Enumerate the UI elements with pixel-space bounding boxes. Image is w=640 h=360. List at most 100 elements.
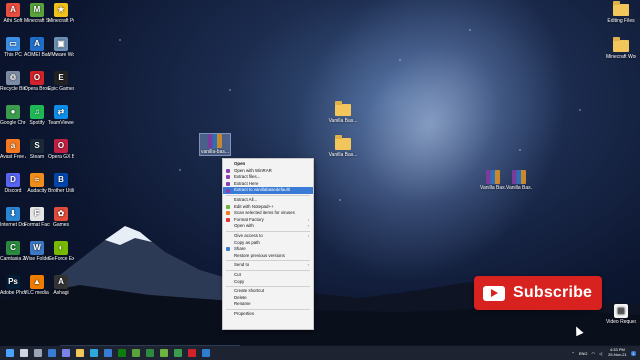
context-menu: Open Open with WinRAR Extract files... Extr… <box>222 158 314 330</box>
menu-item-open-with-winrar[interactable]: Open with WinRAR <box>223 168 313 175</box>
menu-item-open[interactable]: Open <box>223 161 313 168</box>
taskbar-photos-icon[interactable] <box>202 349 210 357</box>
chevron-up-icon[interactable]: ⌃ <box>571 351 574 356</box>
desktop-icon-label: Vanilla Bas... <box>480 185 506 191</box>
google-chrome-icon: ● <box>6 105 20 119</box>
menu-item-extract-files[interactable]: Extract files... <box>223 174 313 181</box>
desktop-icon-athi-soft[interactable]: A Athi Soft <box>0 3 26 24</box>
desktop-icon-this-pc[interactable]: ▭ This PC <box>0 37 26 58</box>
adobe-photosh-icon: Ps <box>6 275 20 289</box>
menu-separator <box>226 194 310 196</box>
taskbar-xbox-icon[interactable] <box>118 349 126 357</box>
menu-item-label: Extract to vanillabasedefault\ <box>234 187 291 193</box>
desktop-icon-brother-utilities[interactable]: BBrother Utilities <box>48 173 74 194</box>
desktop-rar-file[interactable]: Vanilla Bas... <box>480 170 506 191</box>
taskbar-chat-icon[interactable] <box>62 349 70 357</box>
notification-badge[interactable]: 1 <box>630 350 636 356</box>
subscribe-label: Subscribe <box>513 284 593 301</box>
taskbar-search-icon[interactable] <box>20 349 28 357</box>
desktop-icon-minecraft-pure-vanilla[interactable]: ★Minecraft Pure Vanilla <box>48 3 74 24</box>
desktop-icon-opera-gx-browser[interactable]: OOpera GX Browser <box>48 139 74 160</box>
desktop-icon-minecraft-worlds[interactable]: Minecraft Worlds ... <box>606 37 636 60</box>
desktop-icon-spotify[interactable]: ♫ Spotify <box>24 105 50 126</box>
desktop-icon-epic-games-launcher[interactable]: EEpic Games Launcher <box>48 71 74 92</box>
subscribe-button[interactable]: Subscribe <box>474 276 602 310</box>
menu-item-icon <box>226 247 230 252</box>
menu-item-extract-all[interactable]: Extract All... <box>223 197 313 204</box>
desktop-icon-discord[interactable]: D Discord <box>0 173 26 194</box>
menu-item-icon <box>226 188 230 193</box>
menu-item-scan-selected-items-for-viruses[interactable]: Scan selected items for viruses <box>223 210 313 217</box>
desktop-icon-opera-browser[interactable]: OOpera Browser <box>24 71 50 92</box>
taskbar-edge-icon[interactable] <box>90 349 98 357</box>
desktop-icon-label: Opera Browser <box>24 86 50 92</box>
desktop-icon-vlc-media-player[interactable]: ▲VLC media player <box>24 275 50 296</box>
desktop-icon-teamviewer[interactable]: ⇄ TeamViewer <box>48 105 74 126</box>
language-indicator[interactable]: ENG <box>579 351 588 356</box>
menu-item-format-factory[interactable]: Format Factory › <box>223 217 313 224</box>
menu-item-label: Properties <box>234 310 255 316</box>
chevron-right-icon: › <box>307 262 309 268</box>
menu-item-delete[interactable]: Delete <box>223 295 313 302</box>
menu-item-create-shortcut[interactable]: Create shortcut <box>223 288 313 295</box>
menu-item-open-with[interactable]: Open with › <box>223 223 313 230</box>
menu-item-cut[interactable]: Cut <box>223 272 313 279</box>
wifi-icon[interactable]: ◠ <box>592 351 596 356</box>
clock[interactable]: 4:33 PM 29-Nov-21 <box>608 348 627 357</box>
taskbar-file-explorer-icon[interactable] <box>76 349 84 357</box>
desktop-icon-editing-files[interactable]: Editing Files <box>606 1 636 24</box>
menu-item-extract-here[interactable]: Extract Here <box>223 181 313 188</box>
desktop-icon-games[interactable]: ✿ Games <box>48 207 74 228</box>
desktop-icon-video-requests[interactable]: ▤Video Requests <box>606 304 636 325</box>
desktop-icon-camtasia-2021[interactable]: CCamtasia 2021 <box>0 241 26 262</box>
menu-item-copy[interactable]: Copy <box>223 279 313 286</box>
desktop-icon-adobe-photosh[interactable]: PsAdobe Photosh... <box>0 275 26 296</box>
menu-item-copy-as-path[interactable]: Copy as path <box>223 240 313 247</box>
desktop-icon-google-chrome[interactable]: ●Google Chrome <box>0 105 26 126</box>
winrar-archive-icon <box>486 170 500 184</box>
desktop-icon-internet-downlo[interactable]: ⬇Internet Downlo... <box>0 207 26 228</box>
menu-item-share[interactable]: Share <box>223 246 313 253</box>
menu-item-label: Rename <box>234 301 251 307</box>
desktop-icon-steam[interactable]: S Steam <box>24 139 50 160</box>
desktop-icon-geforce-experience[interactable]: ◐GeForce Experience <box>48 241 74 262</box>
taskbar-camtasia-icon[interactable] <box>146 349 154 357</box>
menu-item-give-access-to[interactable]: Give access to › <box>223 233 313 240</box>
desktop-icon-label: VLC media player <box>24 290 50 296</box>
desktop-icon-format-factory[interactable]: FFormat Factory <box>24 207 50 228</box>
taskbar-chrome-icon[interactable] <box>174 349 182 357</box>
desktop-icon-ashagi[interactable]: A Ashagi <box>48 275 74 296</box>
desktop-icon-avast-free-antiviru[interactable]: aAvast Free Antiviru... <box>0 139 26 160</box>
menu-item-rename[interactable]: Rename <box>223 301 313 308</box>
folder-icon <box>335 101 351 116</box>
desktop-icon-label: Internet Downlo... <box>0 222 26 228</box>
menu-item-send-to[interactable]: Send to › <box>223 262 313 269</box>
menu-item-label: Send to <box>234 262 250 268</box>
desktop-rar-file[interactable]: Vanilla Bas... <box>506 170 532 191</box>
desktop-folder-item[interactable]: Vanilla Bas... <box>328 101 358 124</box>
menu-item-properties[interactable]: Properties <box>223 311 313 318</box>
desktop-icon-label: Spotify <box>29 120 45 126</box>
selected-rar-file[interactable]: vanilla-bas... <box>199 133 231 156</box>
taskbar-task-view-icon[interactable] <box>34 349 42 357</box>
desktop-icon-vmware-workstati[interactable]: ▣VMware Workstati... <box>48 37 74 58</box>
taskbar-minecraft-icon[interactable] <box>132 349 140 357</box>
desktop-icon-recycle-bin[interactable]: ♲ Recycle Bin <box>0 71 26 92</box>
taskbar-start-icon[interactable] <box>6 349 14 357</box>
desktop-icon-minecraft-server[interactable]: MMinecraft Server <box>24 3 50 24</box>
speaker-icon[interactable]: ◁ <box>599 351 602 356</box>
taskbar-widgets-icon[interactable] <box>48 349 56 357</box>
menu-item-restore-previous-versions[interactable]: Restore previous versions <box>223 253 313 260</box>
menu-item-edit-with-notepad[interactable]: Edit with Notepad++ <box>223 204 313 211</box>
desktop-icon-aomei-backupper[interactable]: AAOMEI Backupper <box>24 37 50 58</box>
desktop-icon-wise-folder-hider[interactable]: WWise Folder Hider <box>24 241 50 262</box>
taskbar-notepad-icon[interactable] <box>160 349 168 357</box>
taskbar-store-icon[interactable] <box>104 349 112 357</box>
desktop-icon-label: Camtasia 2021 <box>0 256 26 262</box>
avast-free-antiviru-icon: a <box>6 139 20 153</box>
menu-item-extract-to-vanillabasedefault[interactable]: Extract to vanillabasedefault\ <box>223 187 313 194</box>
desktop-icon-label: Minecraft Server <box>24 18 50 24</box>
taskbar-opera-icon[interactable] <box>188 349 196 357</box>
desktop-folder-item[interactable]: Vanilla Bas... <box>328 135 358 158</box>
desktop-icon-audacity[interactable]: ≈ Audacity <box>24 173 50 194</box>
